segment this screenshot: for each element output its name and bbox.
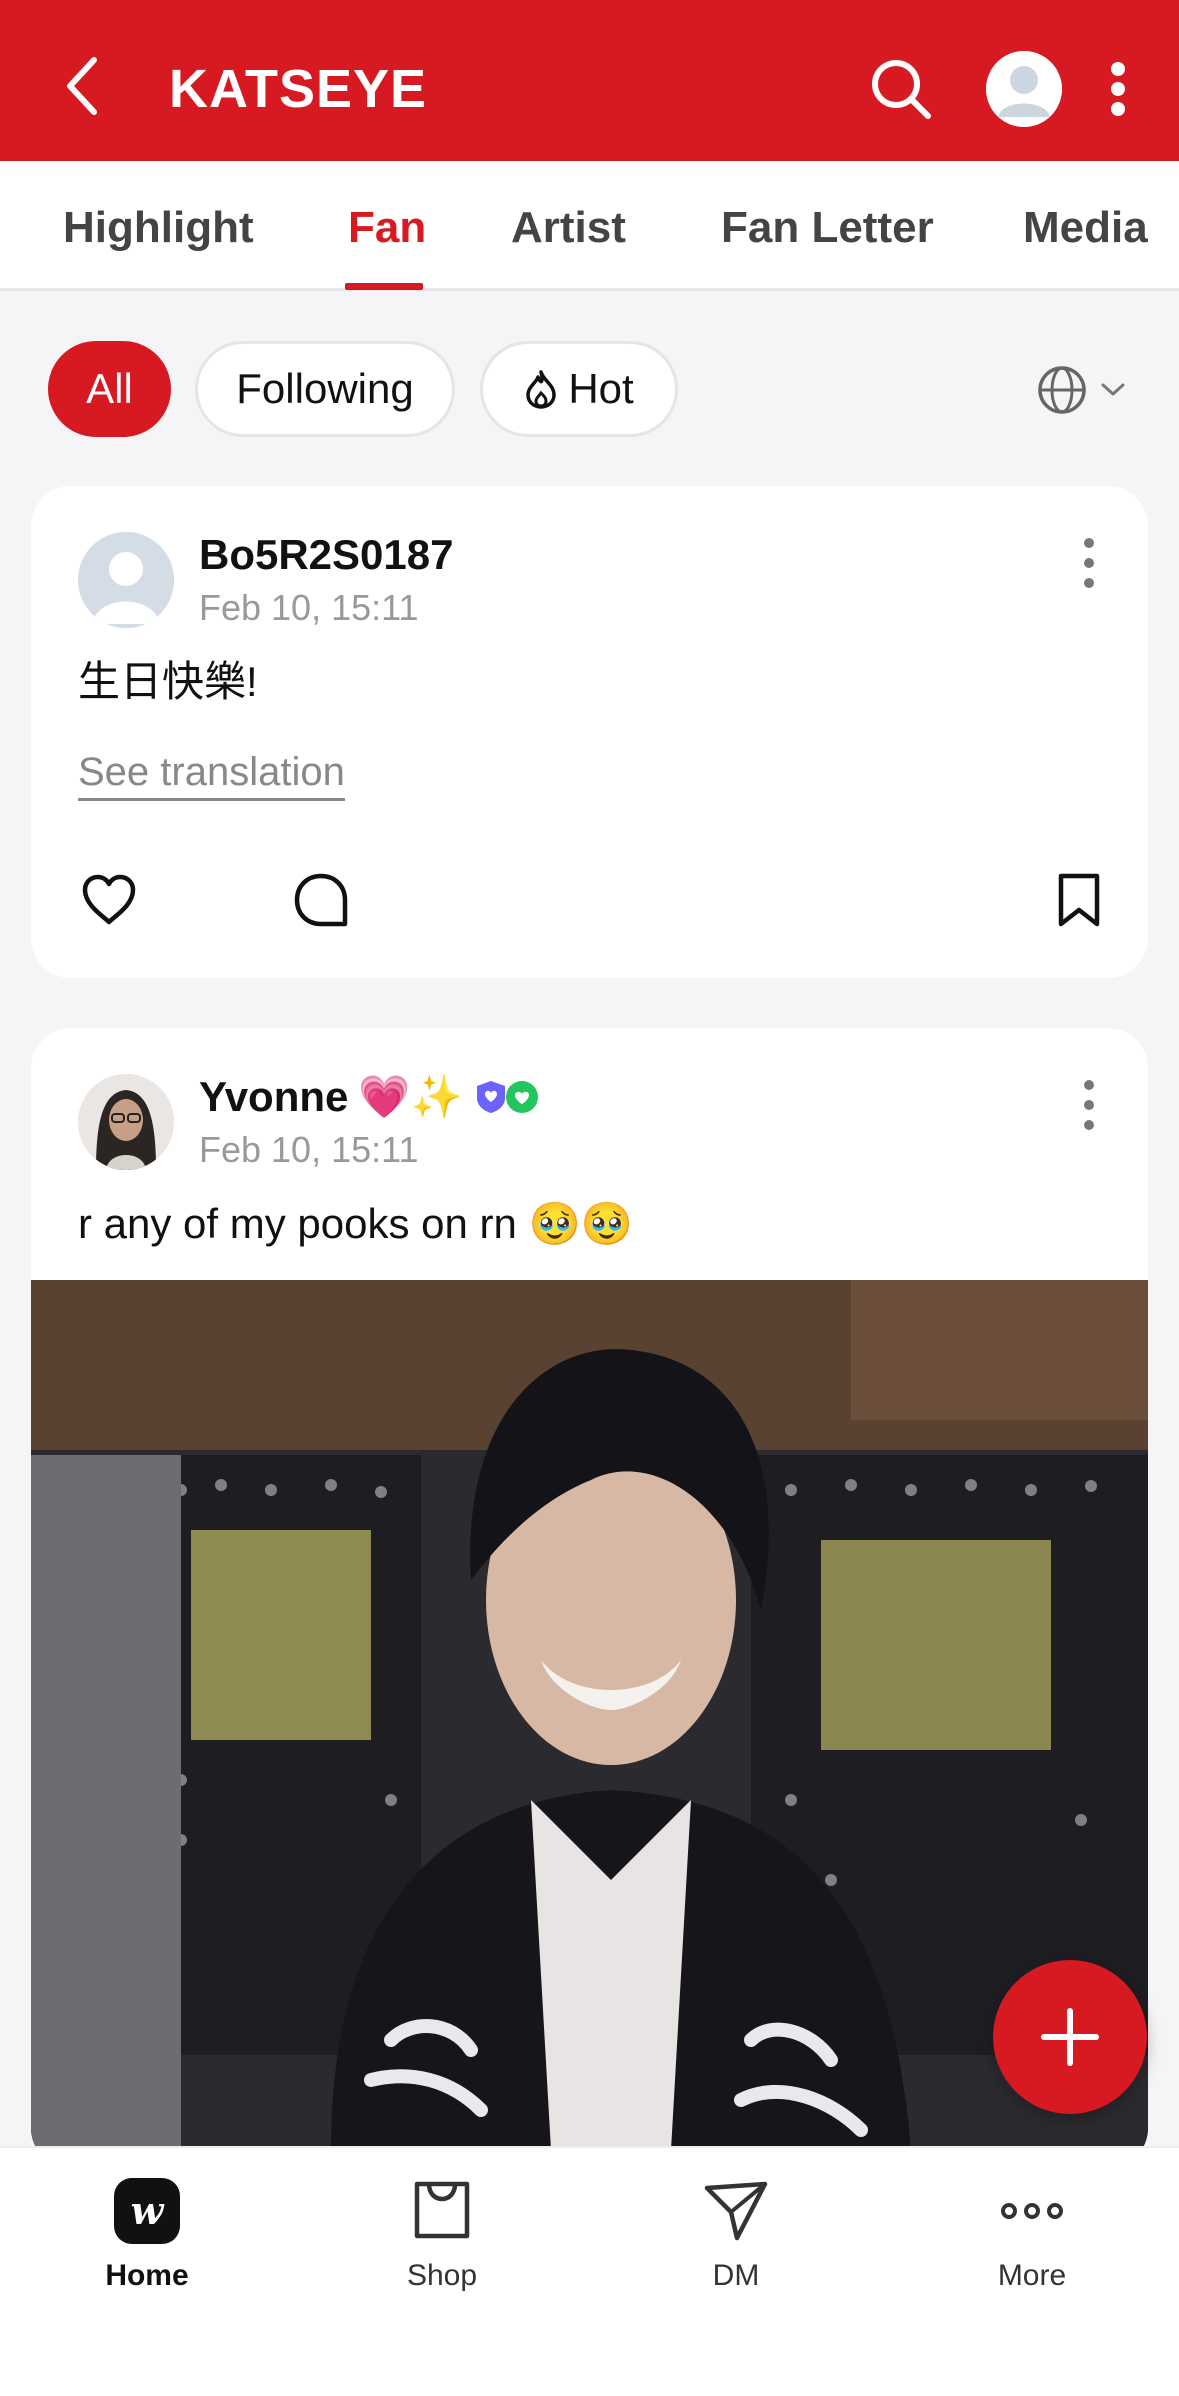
post-author-name: Bo5R2S0187 bbox=[199, 531, 454, 578]
create-post-button[interactable] bbox=[993, 1960, 1147, 2114]
back-button[interactable] bbox=[58, 56, 106, 116]
globe-icon bbox=[1038, 366, 1086, 414]
user-photo-avatar bbox=[78, 1074, 174, 1170]
filter-following-chip[interactable]: Following bbox=[195, 341, 455, 437]
filter-hot-label: Hot bbox=[568, 365, 634, 412]
post-card[interactable]: Yvonne 💗✨ Feb 10, 15:11 r any of my pook… bbox=[31, 1028, 1148, 2168]
post-more-button[interactable] bbox=[1077, 538, 1101, 588]
post-timestamp: Feb 10, 15:11 bbox=[199, 1129, 419, 1170]
post-more-button[interactable] bbox=[1077, 1080, 1101, 1130]
see-translation-link[interactable]: See translation bbox=[78, 748, 345, 801]
filter-following-label: Following bbox=[236, 365, 414, 412]
bookmark-icon[interactable] bbox=[1049, 870, 1109, 930]
more-vertical-icon bbox=[1084, 538, 1094, 548]
nav-shop-label: Shop bbox=[406, 2259, 478, 2292]
tab-fan[interactable]: Fan bbox=[348, 203, 426, 253]
profile-avatar-button[interactable] bbox=[986, 51, 1062, 127]
more-vertical-icon bbox=[1084, 1080, 1094, 1090]
active-tab-indicator bbox=[345, 283, 423, 290]
filter-all-label: All bbox=[86, 365, 133, 412]
svg-text:w: w bbox=[131, 2188, 165, 2233]
post-card[interactable]: Bo5R2S0187 Feb 10, 15:11 生日快樂! See trans… bbox=[31, 486, 1148, 978]
verified-badges-icon bbox=[476, 1081, 538, 1113]
post-body: r any of my pooks on rn 🥹🥹 bbox=[78, 1200, 634, 1247]
language-selector[interactable] bbox=[1036, 360, 1136, 420]
default-avatar-icon bbox=[78, 532, 174, 628]
weverse-home-icon: w bbox=[114, 2178, 180, 2244]
comment-bubble-icon[interactable] bbox=[291, 870, 351, 930]
bottom-navigation: w Home Shop DM More bbox=[0, 2146, 1179, 2396]
shopping-bag-icon bbox=[414, 2181, 470, 2239]
top-app-bar: KATSEYE bbox=[0, 0, 1179, 161]
filter-all-chip[interactable]: All bbox=[48, 341, 171, 437]
community-tabs: Highlight Fan Artist Fan Letter Media bbox=[0, 161, 1179, 291]
header-more-button[interactable] bbox=[1100, 56, 1136, 122]
nav-more-label: More bbox=[997, 2259, 1067, 2292]
nav-dm[interactable]: DM bbox=[646, 2178, 826, 2294]
post-author[interactable]: Yvonne 💗✨ bbox=[199, 1072, 543, 1122]
chevron-left-icon bbox=[67, 57, 97, 115]
page-title: KATSEYE bbox=[169, 59, 428, 119]
avatar[interactable] bbox=[78, 532, 174, 628]
search-icon bbox=[872, 60, 931, 119]
avatar bbox=[986, 51, 1062, 127]
nav-home[interactable]: w Home bbox=[57, 2178, 237, 2294]
post-body: 生日快樂! bbox=[78, 658, 258, 705]
filter-hot-chip[interactable]: Hot bbox=[480, 341, 678, 437]
post-timestamp: Feb 10, 15:11 bbox=[199, 587, 419, 628]
nav-dm-label: DM bbox=[712, 2259, 760, 2292]
more-vertical-icon bbox=[1111, 62, 1125, 76]
search-button[interactable] bbox=[868, 56, 934, 122]
post-image[interactable] bbox=[31, 1280, 1148, 2150]
app-root: KATSEYE Highlight Fan Artist Fan Letter … bbox=[0, 0, 1179, 2396]
photo-person-smiling bbox=[31, 1280, 1148, 2150]
post-author-name: Yvonne bbox=[199, 1073, 349, 1120]
post-author[interactable]: Bo5R2S0187 bbox=[199, 530, 453, 580]
plus-icon bbox=[1041, 2008, 1099, 2066]
like-heart-icon[interactable] bbox=[79, 870, 139, 930]
flame-icon bbox=[526, 370, 557, 409]
tab-fan-letter[interactable]: Fan Letter bbox=[721, 203, 934, 253]
paper-plane-icon bbox=[704, 2181, 768, 2241]
tab-artist[interactable]: Artist bbox=[511, 203, 626, 253]
author-emojis: 💗✨ bbox=[358, 1073, 463, 1120]
chevron-down-icon bbox=[1101, 383, 1125, 396]
avatar[interactable] bbox=[78, 1074, 174, 1170]
nav-shop[interactable]: Shop bbox=[352, 2178, 532, 2294]
tab-media[interactable]: Media bbox=[1023, 203, 1148, 253]
more-horizontal-icon bbox=[1001, 2203, 1063, 2219]
nav-home-label: Home bbox=[105, 2259, 189, 2292]
nav-more[interactable]: More bbox=[942, 2178, 1122, 2294]
tab-highlight[interactable]: Highlight bbox=[63, 203, 254, 253]
